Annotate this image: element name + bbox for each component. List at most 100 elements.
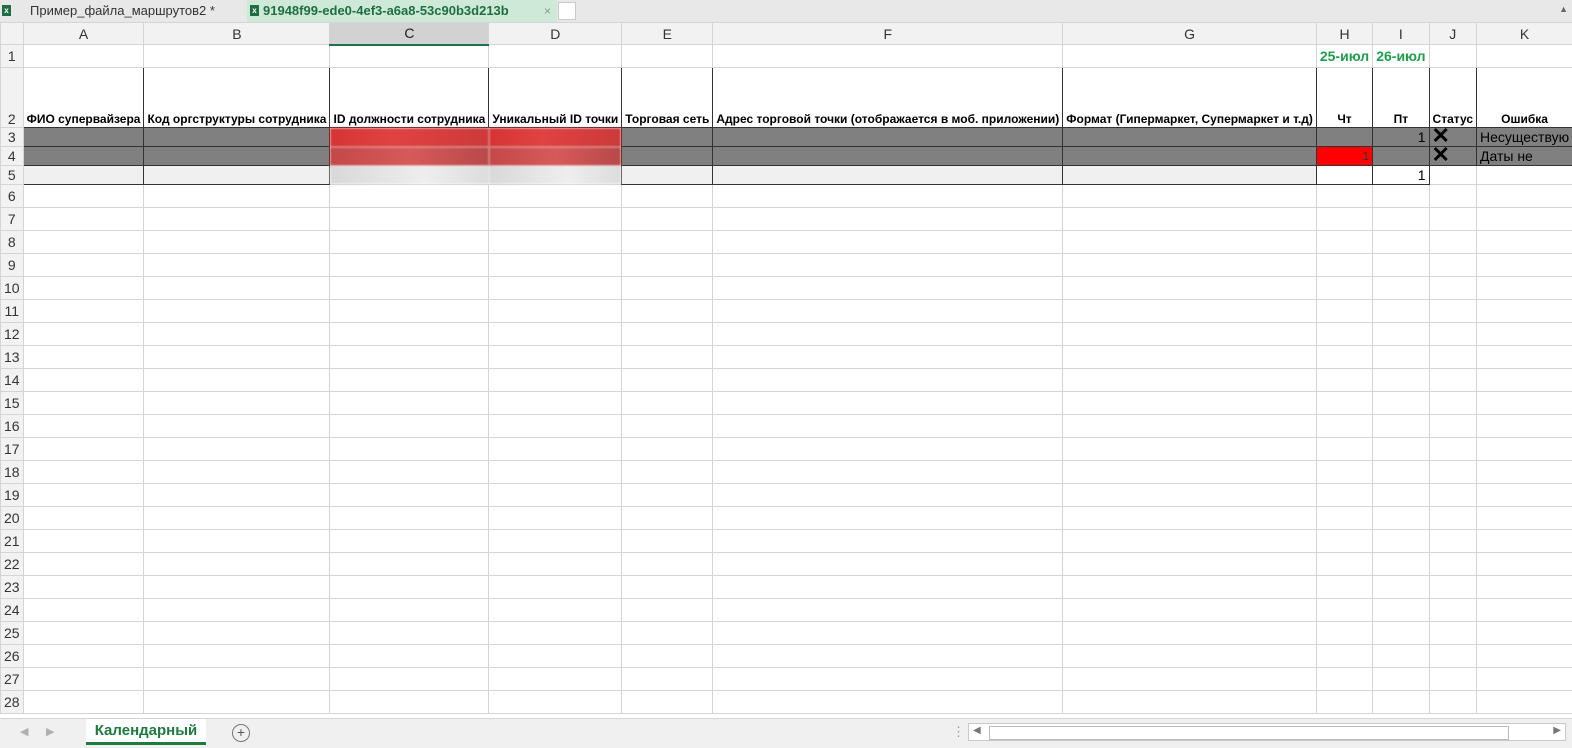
cell[interactable] bbox=[1063, 392, 1317, 415]
cell[interactable] bbox=[489, 277, 622, 300]
cell[interactable] bbox=[489, 208, 622, 231]
cell[interactable] bbox=[23, 277, 144, 300]
cell[interactable] bbox=[1063, 553, 1317, 576]
cell[interactable] bbox=[1316, 277, 1372, 300]
cell[interactable] bbox=[713, 461, 1063, 484]
cell[interactable] bbox=[1373, 300, 1429, 323]
cell[interactable] bbox=[489, 576, 622, 599]
add-sheet-button[interactable]: + bbox=[232, 724, 250, 742]
row-header[interactable]: 20 bbox=[1, 507, 24, 530]
error-cell[interactable]: Даты не bbox=[1477, 147, 1572, 166]
cell[interactable] bbox=[622, 166, 713, 185]
cell[interactable] bbox=[622, 231, 713, 254]
cell[interactable] bbox=[1477, 208, 1572, 231]
cell[interactable] bbox=[1373, 553, 1429, 576]
row-header[interactable]: 26 bbox=[1, 645, 24, 668]
cell[interactable] bbox=[1063, 484, 1317, 507]
cell[interactable] bbox=[1373, 461, 1429, 484]
cell[interactable] bbox=[489, 484, 622, 507]
cell[interactable] bbox=[1477, 622, 1572, 645]
cell[interactable] bbox=[144, 645, 330, 668]
cell[interactable] bbox=[330, 369, 489, 392]
cell[interactable] bbox=[622, 369, 713, 392]
header-error[interactable]: Ошибка bbox=[1477, 68, 1572, 128]
cell[interactable] bbox=[23, 415, 144, 438]
cell[interactable] bbox=[1063, 622, 1317, 645]
cell[interactable] bbox=[1429, 438, 1476, 461]
cell[interactable] bbox=[489, 507, 622, 530]
row-header[interactable]: 10 bbox=[1, 277, 24, 300]
row-header[interactable]: 15 bbox=[1, 392, 24, 415]
cell[interactable] bbox=[713, 599, 1063, 622]
cell[interactable] bbox=[713, 128, 1063, 147]
column-header-g[interactable]: G bbox=[1063, 23, 1317, 45]
cell[interactable] bbox=[1063, 369, 1317, 392]
column-header-c[interactable]: C bbox=[330, 23, 489, 45]
cell[interactable] bbox=[1477, 645, 1572, 668]
cell[interactable] bbox=[23, 530, 144, 553]
cell[interactable] bbox=[489, 438, 622, 461]
cell[interactable] bbox=[1316, 530, 1372, 553]
select-all-corner[interactable] bbox=[1, 23, 24, 45]
cell[interactable] bbox=[713, 691, 1063, 714]
cell[interactable] bbox=[713, 530, 1063, 553]
cell[interactable] bbox=[489, 323, 622, 346]
cell[interactable] bbox=[622, 553, 713, 576]
cell[interactable] bbox=[1429, 346, 1476, 369]
cell[interactable] bbox=[1429, 691, 1476, 714]
cell[interactable] bbox=[489, 599, 622, 622]
header-point-id[interactable]: Уникальный ID точки bbox=[489, 68, 622, 128]
row-header[interactable]: 8 bbox=[1, 231, 24, 254]
cell[interactable] bbox=[330, 346, 489, 369]
row-header[interactable]: 12 bbox=[1, 323, 24, 346]
cell[interactable] bbox=[144, 530, 330, 553]
scroll-right-icon[interactable]: ▶ bbox=[46, 725, 54, 738]
cell[interactable] bbox=[23, 438, 144, 461]
cell[interactable] bbox=[23, 254, 144, 277]
cell[interactable] bbox=[713, 231, 1063, 254]
cell[interactable] bbox=[1429, 254, 1476, 277]
scroll-left-arrow-icon[interactable]: ◀ bbox=[973, 725, 981, 736]
cell[interactable] bbox=[144, 45, 330, 68]
cell[interactable] bbox=[489, 415, 622, 438]
close-icon[interactable]: × bbox=[544, 0, 551, 22]
cell[interactable] bbox=[1429, 645, 1476, 668]
cell[interactable] bbox=[1316, 254, 1372, 277]
row-header[interactable]: 3 bbox=[1, 128, 24, 147]
cell[interactable] bbox=[1429, 300, 1476, 323]
cell[interactable] bbox=[489, 300, 622, 323]
cell[interactable] bbox=[713, 576, 1063, 599]
cell[interactable] bbox=[144, 392, 330, 415]
cell[interactable] bbox=[1429, 45, 1476, 68]
scroll-right-arrow-icon[interactable]: ▶ bbox=[1553, 725, 1561, 736]
redacted-cell[interactable] bbox=[489, 147, 622, 166]
cell[interactable] bbox=[23, 392, 144, 415]
cell[interactable] bbox=[1373, 668, 1429, 691]
cell[interactable] bbox=[622, 484, 713, 507]
cell[interactable] bbox=[330, 300, 489, 323]
cell[interactable] bbox=[489, 553, 622, 576]
cell[interactable] bbox=[713, 553, 1063, 576]
cell[interactable] bbox=[713, 185, 1063, 208]
cell[interactable] bbox=[713, 668, 1063, 691]
row-header[interactable]: 7 bbox=[1, 208, 24, 231]
cell[interactable] bbox=[1477, 415, 1572, 438]
cell[interactable] bbox=[622, 45, 713, 68]
cell[interactable] bbox=[489, 691, 622, 714]
cell[interactable] bbox=[144, 691, 330, 714]
cell[interactable] bbox=[1477, 369, 1572, 392]
cell[interactable] bbox=[1316, 392, 1372, 415]
cell[interactable] bbox=[1477, 484, 1572, 507]
cell[interactable] bbox=[330, 668, 489, 691]
row-header[interactable]: 17 bbox=[1, 438, 24, 461]
column-header-i[interactable]: I bbox=[1373, 23, 1429, 45]
cell[interactable] bbox=[23, 484, 144, 507]
cell[interactable] bbox=[1373, 622, 1429, 645]
cell[interactable] bbox=[622, 461, 713, 484]
cell[interactable] bbox=[23, 323, 144, 346]
cell[interactable] bbox=[144, 668, 330, 691]
cell[interactable] bbox=[489, 185, 622, 208]
redacted-cell[interactable] bbox=[330, 128, 489, 147]
cell[interactable] bbox=[489, 530, 622, 553]
cell[interactable] bbox=[23, 147, 144, 166]
